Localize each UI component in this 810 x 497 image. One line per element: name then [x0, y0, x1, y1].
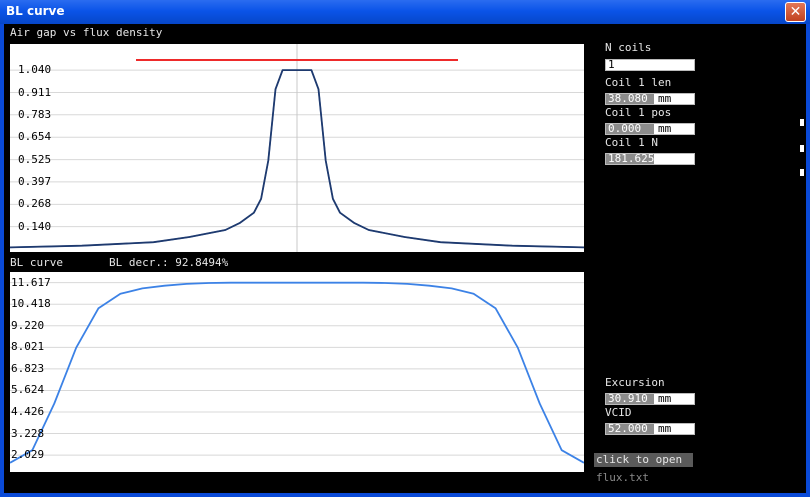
- window-right-border: [806, 24, 810, 497]
- excursion-unit: mm: [658, 392, 672, 405]
- scroll-marker[interactable]: [800, 119, 804, 126]
- bl-y-tick-label: 9.220: [11, 318, 45, 332]
- coil-pos-unit: mm: [658, 122, 672, 135]
- flux-y-tick-label: 0.525: [18, 152, 52, 166]
- bl-y-tick-label: 6.823: [11, 361, 45, 375]
- bl-y-tick-label: 3.228: [11, 426, 45, 440]
- bl-decrement-label: BL decr.: 92.8494%: [109, 256, 229, 269]
- window-title: BL curve: [6, 4, 65, 18]
- vcid-field[interactable]: 52.000 mm: [605, 422, 695, 435]
- window-left-border: [0, 24, 4, 497]
- flux-y-tick-label: 0.911: [18, 85, 52, 99]
- n-coils-label: N coils: [605, 41, 652, 54]
- n-coils-field[interactable]: 1: [605, 58, 695, 71]
- bl-y-tick-label: 11.617: [11, 275, 51, 289]
- coil-pos-value: 0.000: [608, 122, 642, 135]
- flux-density-chart: [9, 44, 585, 252]
- bl-panel-title: BL curve: [10, 256, 63, 269]
- n-coils-value: 1: [608, 58, 615, 71]
- coil-pos-label: Coil 1 pos: [605, 106, 672, 119]
- title-bar[interactable]: BL curve ✕: [0, 0, 810, 24]
- coil-n-label: Coil 1 N: [605, 136, 658, 149]
- excursion-value: 30.910: [608, 392, 648, 405]
- excursion-label: Excursion: [605, 376, 665, 389]
- bl-curve-line: [9, 281, 585, 464]
- file-name-label: flux.txt: [596, 471, 649, 484]
- vcid-value: 52.000: [608, 422, 648, 435]
- coil-len-unit: mm: [658, 92, 672, 105]
- coil-n-field[interactable]: 181.625: [605, 152, 695, 165]
- close-icon: ✕: [789, 4, 802, 20]
- open-file-button[interactable]: click to open: [594, 453, 693, 467]
- coil-n-value: 181.625: [608, 152, 655, 165]
- flux-y-tick-label: 0.268: [18, 197, 52, 211]
- flux-density-plot[interactable]: [9, 44, 585, 252]
- bl-y-tick-label: 10.418: [11, 297, 51, 311]
- flux-y-tick-label: 0.654: [18, 130, 52, 144]
- bl-curve-plot[interactable]: [9, 272, 585, 472]
- bl-y-tick-label: 2.029: [11, 448, 45, 462]
- window-bottom-border: [0, 493, 810, 497]
- coil-len-value: 38.080: [608, 92, 648, 105]
- bl-y-tick-label: 4.426: [11, 404, 45, 418]
- scroll-marker[interactable]: [800, 145, 804, 152]
- coil-len-label: Coil 1 len: [605, 76, 672, 89]
- bl-y-tick-label: 5.624: [11, 383, 45, 397]
- flux-panel-title: Air gap vs flux density: [10, 26, 163, 39]
- close-button[interactable]: ✕: [785, 2, 806, 22]
- coil-pos-field[interactable]: 0.000 mm: [605, 122, 695, 135]
- open-file-button-label: click to open: [596, 453, 683, 466]
- flux-y-tick-label: 1.040: [18, 63, 52, 77]
- excursion-field[interactable]: 30.910 mm: [605, 392, 695, 405]
- bl-curve-chart: [9, 281, 585, 464]
- flux-y-tick-label: 0.783: [18, 107, 52, 121]
- vcid-label: VCID: [605, 406, 632, 419]
- flux-y-tick-label: 0.397: [18, 174, 52, 188]
- bl-curve-window: BL curve ✕ Air gap vs flux density 4.839…: [0, 0, 810, 497]
- vcid-unit: mm: [658, 422, 672, 435]
- coil-len-field[interactable]: 38.080 mm: [605, 92, 695, 105]
- flux-y-tick-label: 0.140: [18, 219, 52, 233]
- bl-y-tick-label: 8.021: [11, 340, 45, 354]
- scroll-marker[interactable]: [800, 169, 804, 176]
